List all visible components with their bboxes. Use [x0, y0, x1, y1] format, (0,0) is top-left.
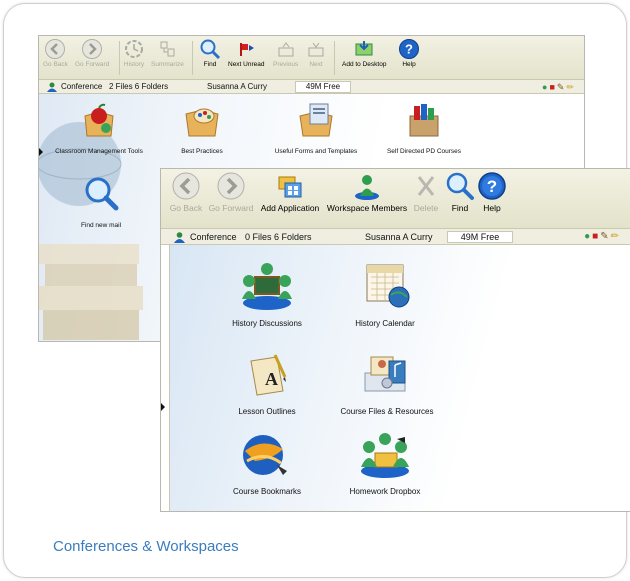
front-workspace-members-button[interactable]: Workspace Members [323, 171, 411, 213]
back-next-unread-button[interactable]: Next Unread [228, 38, 265, 68]
tool-red-icon[interactable]: ■ [549, 82, 556, 92]
discussion-group-icon [242, 263, 292, 310]
front-free-space: 49M Free [447, 231, 513, 243]
selection-marker [161, 403, 165, 411]
back-status-counts: 2 Files 6 Folders [109, 82, 169, 91]
arrow-left-icon [45, 39, 66, 59]
item-course-files-resources[interactable]: Course Files & Resources [330, 351, 444, 416]
item-course-bookmarks[interactable]: Course Bookmarks [212, 429, 322, 496]
selection-marker [39, 148, 43, 156]
help-icon: ? [399, 39, 419, 59]
back-status-tool-icons: ●■✎✏ [542, 80, 576, 94]
folder-documents-icon [299, 103, 333, 137]
front-add-application-button[interactable]: Add Application [257, 171, 323, 213]
front-status-name: Conference [190, 232, 237, 242]
toolbar-separator [192, 41, 193, 75]
front-status-bar: Conference 0 Files 6 Folders Susanna A C… [161, 229, 630, 245]
svg-text:?: ? [487, 177, 497, 196]
magnifier-icon [446, 172, 474, 200]
conference-icon [174, 232, 185, 243]
back-free-space: 49M Free [295, 81, 351, 93]
back-history-button[interactable]: History [123, 38, 145, 68]
pen-icon[interactable]: ✏ [566, 82, 576, 92]
summarize-icon [160, 41, 175, 57]
front-status-user: Susanna A Curry [365, 232, 433, 242]
front-go-back-button[interactable]: Go Back [167, 171, 205, 213]
members-icon [355, 175, 379, 200]
next-icon [308, 42, 324, 57]
item-homework-dropbox[interactable]: Homework Dropbox [330, 429, 440, 496]
front-content-area: History Discussions History Calendar A L… [169, 245, 630, 511]
front-delete-button[interactable]: Delete [411, 171, 441, 213]
back-go-back-button[interactable]: Go Back [43, 38, 68, 68]
workspace-window-front: Go Back Go Forward Add Application Works… [160, 168, 630, 512]
arrow-right-icon [82, 39, 103, 59]
tool-green-icon[interactable]: ● [584, 231, 592, 242]
toolbar-separator [119, 41, 120, 75]
arrow-right-icon [217, 172, 245, 200]
files-stack-icon [364, 356, 406, 392]
page-caption: Conferences & Workspaces [53, 538, 239, 555]
back-item-useful-forms[interactable]: Useful Forms and Templates [261, 100, 371, 155]
flag-arrow-icon [240, 43, 255, 56]
add-to-desktop-icon [355, 41, 373, 56]
toolbar-separator [334, 41, 335, 75]
magnifier-icon [85, 177, 119, 211]
item-history-calendar[interactable]: History Calendar [330, 259, 440, 328]
folder-apple-icon [84, 103, 114, 137]
calendar-icon [366, 264, 410, 308]
back-find-button[interactable]: Find [199, 38, 221, 68]
back-item-classroom-management[interactable]: Classroom Management Tools [49, 100, 149, 155]
back-item-self-directed[interactable]: Self Directed PD Courses [369, 100, 479, 155]
front-status-tool-icons: ●■✎✏ [584, 229, 621, 245]
arrow-left-icon [172, 172, 200, 200]
front-go-forward-button[interactable]: Go Forward [207, 171, 255, 213]
svg-text:?: ? [405, 42, 413, 57]
back-add-to-desktop-button[interactable]: Add to Desktop [342, 38, 386, 68]
dropbox-group-icon [361, 433, 409, 478]
front-status-counts: 0 Files 6 Folders [245, 232, 312, 242]
lesson-document-icon: A [250, 354, 287, 396]
previous-icon [278, 42, 294, 57]
front-find-button[interactable]: Find [445, 171, 475, 213]
books-box-icon [409, 104, 439, 137]
back-toolbar: Go Back Go Forward History Summarize Fin… [39, 36, 584, 80]
back-help-button[interactable]: ? Help [398, 38, 420, 68]
front-help-button[interactable]: ? Help [477, 171, 507, 213]
pencil-icon[interactable]: ✎ [600, 231, 610, 242]
back-next-button[interactable]: Next [305, 38, 327, 68]
bookmarks-globe-icon [243, 435, 287, 475]
delete-x-icon [417, 176, 435, 196]
back-status-bar: Conference 2 Files 6 Folders Susanna A C… [39, 80, 584, 94]
svg-text:A: A [265, 369, 278, 389]
folder-palette-icon [185, 108, 219, 137]
history-icon [125, 40, 143, 58]
tool-red-icon[interactable]: ■ [592, 231, 600, 242]
back-item-find-new-mail[interactable]: Find new mail [66, 174, 136, 229]
pen-icon[interactable]: ✏ [611, 231, 621, 242]
help-icon: ? [478, 172, 506, 200]
back-status-user: Susanna A Curry [207, 82, 268, 91]
item-lesson-outlines[interactable]: A Lesson Outlines [212, 351, 322, 416]
item-history-discussions[interactable]: History Discussions [212, 259, 322, 328]
back-previous-button[interactable]: Previous [273, 38, 298, 68]
add-application-icon [278, 176, 302, 198]
back-summarize-button[interactable]: Summarize [151, 38, 184, 68]
back-item-best-practices[interactable]: Best Practices [167, 100, 237, 155]
back-status-name: Conference [61, 82, 103, 91]
back-go-forward-button[interactable]: Go Forward [75, 38, 109, 68]
front-toolbar: Go Back Go Forward Add Application Works… [161, 169, 630, 229]
magnifier-icon [200, 39, 221, 60]
conference-icon [47, 82, 57, 92]
